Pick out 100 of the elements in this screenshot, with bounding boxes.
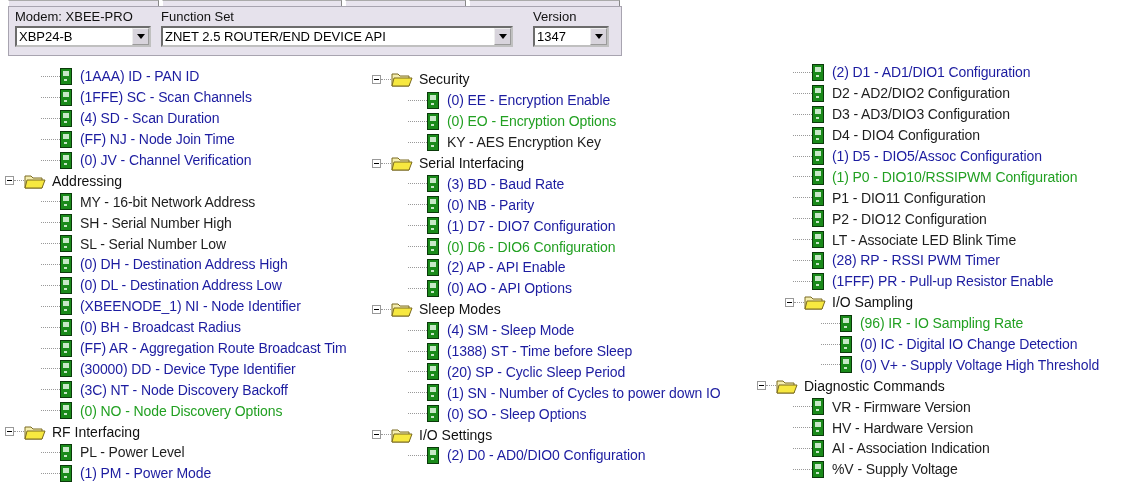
parameter-label[interactable]: (96) IR - IO Sampling Rate xyxy=(860,315,1024,332)
parameter-label[interactable]: D2 - AD2/DIO2 Configuration xyxy=(832,85,1010,102)
parameter-label[interactable]: (1) P0 - DIO10/RSSIPWM Configuration xyxy=(832,168,1078,185)
parameter-label[interactable]: (FF) AR - Aggregation Route Broadcast Tim xyxy=(80,340,347,356)
parameter-label[interactable]: AI - Association Indication xyxy=(832,440,990,457)
parameter-label[interactable]: VR - Firmware Version xyxy=(832,398,971,415)
version-label: Version xyxy=(533,8,578,25)
device-icon xyxy=(812,251,824,269)
parameter-label[interactable]: LT - Associate LED Blink Time xyxy=(832,231,1017,248)
modem-dropdown[interactable]: XBP24-B xyxy=(15,26,151,47)
dropdown-caret-icon xyxy=(594,34,603,39)
device-icon xyxy=(60,193,72,211)
parameter-label[interactable]: (1) D5 - DIO5/Assoc Configuration xyxy=(832,148,1042,164)
parameter-label[interactable]: D4 - DIO4 Configuration xyxy=(832,127,980,144)
device-icon xyxy=(840,356,852,374)
device-icon xyxy=(60,297,72,315)
parameter-label[interactable]: (2) AP - API Enable xyxy=(447,259,566,276)
folder-icon xyxy=(391,155,413,171)
device-icon xyxy=(812,231,824,249)
device-icon xyxy=(812,84,824,102)
device-icon xyxy=(60,151,72,169)
parameter-label[interactable]: (FF) NJ - Node Join Time xyxy=(80,131,235,148)
parameter-label[interactable]: (1FFE) SC - Scan Channels xyxy=(80,89,252,106)
minus-toggle-icon[interactable] xyxy=(372,158,381,168)
parameter-label[interactable]: P2 - DIO12 Configuration xyxy=(832,210,987,227)
device-icon xyxy=(427,112,439,130)
parameter-label[interactable]: KY - AES Encryption Key xyxy=(447,134,601,151)
device-icon xyxy=(812,126,824,144)
folder-label[interactable]: Sleep Modes xyxy=(419,301,501,318)
device-icon xyxy=(60,318,72,336)
minus-toggle-icon[interactable] xyxy=(5,176,14,186)
minus-toggle-icon[interactable] xyxy=(785,297,794,307)
parameter-label[interactable]: D3 - AD3/DIO3 Configuration xyxy=(832,106,1010,123)
device-icon xyxy=(60,464,72,482)
parameter-label[interactable]: (0) DL - Destination Address Low xyxy=(80,277,282,294)
parameter-label[interactable]: SL - Serial Number Low xyxy=(80,235,226,252)
parameter-label[interactable]: %V - Supply Voltage xyxy=(832,461,958,478)
device-icon xyxy=(60,360,72,378)
parameter-label[interactable]: (2) D0 - AD0/DIO0 Configuration xyxy=(447,447,646,464)
parameter-label[interactable]: (2) D1 - AD1/DIO1 Configuration xyxy=(832,64,1031,81)
parameter-label[interactable]: (28) RP - RSSI PWM Timer xyxy=(832,252,1000,269)
parameter-label[interactable]: (0) EE - Encryption Enable xyxy=(447,92,611,109)
parameter-label[interactable]: (0) NB - Parity xyxy=(447,196,535,213)
folder-label[interactable]: RF Interfacing xyxy=(52,423,140,440)
folder-icon xyxy=(776,377,798,394)
device-icon xyxy=(60,235,72,253)
parameter-label[interactable]: (30000) DD - Device Type Identifier xyxy=(80,360,296,377)
folder-label[interactable]: Addressing xyxy=(52,172,123,189)
parameter-label[interactable]: P1 - DIO11 Configuration xyxy=(832,189,986,206)
device-icon xyxy=(812,105,824,123)
parameter-label[interactable]: (0) IC - Digital IO Change Detection xyxy=(860,336,1078,352)
parameter-label[interactable]: (4) SD - Scan Duration xyxy=(80,110,220,127)
device-icon xyxy=(812,398,824,416)
parameter-label[interactable]: (1388) ST - Time before Sleep xyxy=(447,343,633,359)
device-icon xyxy=(60,255,72,273)
parameter-label[interactable]: (0) DH - Destination Address High xyxy=(80,256,288,273)
folder-label[interactable]: Diagnostic Commands xyxy=(804,377,945,394)
parameter-label[interactable]: SH - Serial Number High xyxy=(80,214,232,231)
folder-label[interactable]: I/O Sampling xyxy=(832,294,913,311)
parameter-label[interactable]: (1FFF) PR - Pull-up Resistor Enable xyxy=(832,273,1054,290)
parameter-label[interactable]: (1) PM - Power Mode xyxy=(80,465,212,482)
parameter-label[interactable]: (20) SP - Cyclic Sleep Period xyxy=(447,363,626,380)
parameter-label[interactable]: PL - Power Level xyxy=(80,444,185,461)
parameter-label[interactable]: (3C) NT - Node Discovery Backoff xyxy=(80,381,288,398)
folder-label[interactable]: I/O Settings xyxy=(419,426,493,443)
parameter-label[interactable]: (0) AO - API Options xyxy=(447,280,572,297)
version-dropdown[interactable]: 1347 xyxy=(533,26,609,47)
minus-toggle-icon[interactable] xyxy=(372,304,381,314)
device-icon xyxy=(427,196,439,214)
parameter-label[interactable]: MY - 16-bit Network Address xyxy=(80,193,256,210)
device-icon xyxy=(812,460,824,478)
device-icon xyxy=(812,210,824,228)
parameter-label[interactable]: (1) SN - Number of Cycles to power down IO xyxy=(447,384,721,401)
parameter-label[interactable]: (0) NO - Node Discovery Options xyxy=(80,402,283,419)
device-icon xyxy=(812,189,824,207)
device-icon xyxy=(427,363,439,381)
folder-label[interactable]: Serial Interfacing xyxy=(419,155,525,171)
function-set-dropdown[interactable]: ZNET 2.5 ROUTER/END DEVICE API xyxy=(161,26,513,47)
parameter-label[interactable]: (4) SM - Sleep Mode xyxy=(447,322,575,339)
parameter-label[interactable]: (3) BD - Baud Rate xyxy=(447,175,565,192)
device-icon xyxy=(812,147,824,165)
device-icon xyxy=(427,133,439,151)
parameter-label[interactable]: (0) JV - Channel Verification xyxy=(80,152,252,168)
parameter-label[interactable]: (0) D6 - DIO6 Configuration xyxy=(447,238,616,255)
parameter-label[interactable]: (1AAA) ID - PAN ID xyxy=(80,68,200,85)
parameter-label[interactable]: (1) D7 - DIO7 Configuration xyxy=(447,217,616,234)
parameter-label[interactable]: (0) BH - Broadcast Radius xyxy=(80,319,241,336)
parameter-label[interactable]: HV - Hardware Version xyxy=(832,419,974,436)
folder-label[interactable]: Security xyxy=(419,71,470,88)
minus-toggle-icon[interactable] xyxy=(372,430,381,440)
device-icon xyxy=(60,276,72,294)
device-icon xyxy=(427,342,439,360)
minus-toggle-icon[interactable] xyxy=(757,381,766,391)
device-icon xyxy=(427,279,439,297)
minus-toggle-icon[interactable] xyxy=(5,427,14,437)
parameter-label[interactable]: (0) V+ - Supply Voltage High Threshold xyxy=(860,356,1100,373)
device-icon xyxy=(60,443,72,461)
minus-toggle-icon[interactable] xyxy=(372,74,381,84)
parameter-label[interactable]: (0) SO - Sleep Options xyxy=(447,405,587,422)
parameter-label[interactable]: (XBEENODE_1) NI - Node Identifier xyxy=(80,298,301,315)
